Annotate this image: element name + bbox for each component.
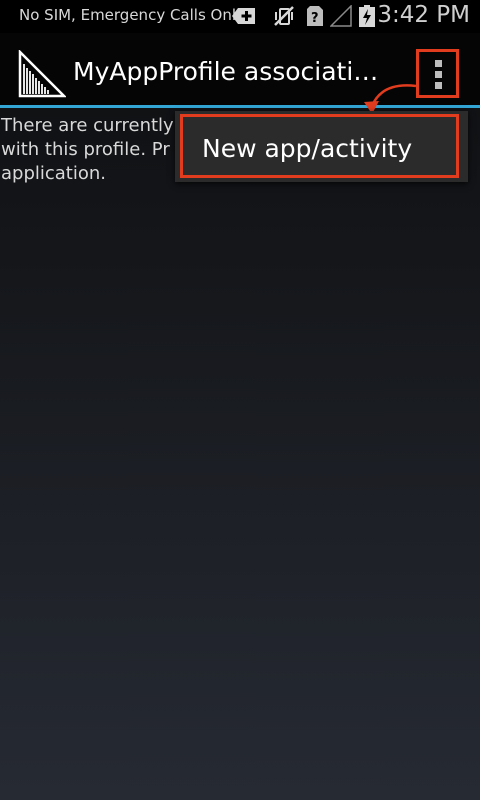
barcode-scanner-icon[interactable] <box>18 50 66 98</box>
status-bar: No SIM, Emergency Calls Only ? 3:42 PM <box>0 0 480 33</box>
menu-item-label: New app/activity <box>202 134 413 163</box>
svg-text:?: ? <box>311 11 319 26</box>
no-signal-icon <box>330 5 352 27</box>
clock: 3:42 PM <box>377 2 470 28</box>
overflow-menu: New app/activity <box>175 111 468 182</box>
page-title: MyAppProfile associati… <box>73 57 378 86</box>
battery-charging-icon <box>359 5 375 27</box>
add-notification-icon <box>232 8 255 24</box>
carrier-text: No SIM, Emergency Calls Only <box>19 6 245 24</box>
no-sim-icon: ? <box>307 6 323 26</box>
vibrate-off-icon <box>274 6 294 26</box>
menu-item-new-app-activity[interactable]: New app/activity <box>180 114 459 178</box>
